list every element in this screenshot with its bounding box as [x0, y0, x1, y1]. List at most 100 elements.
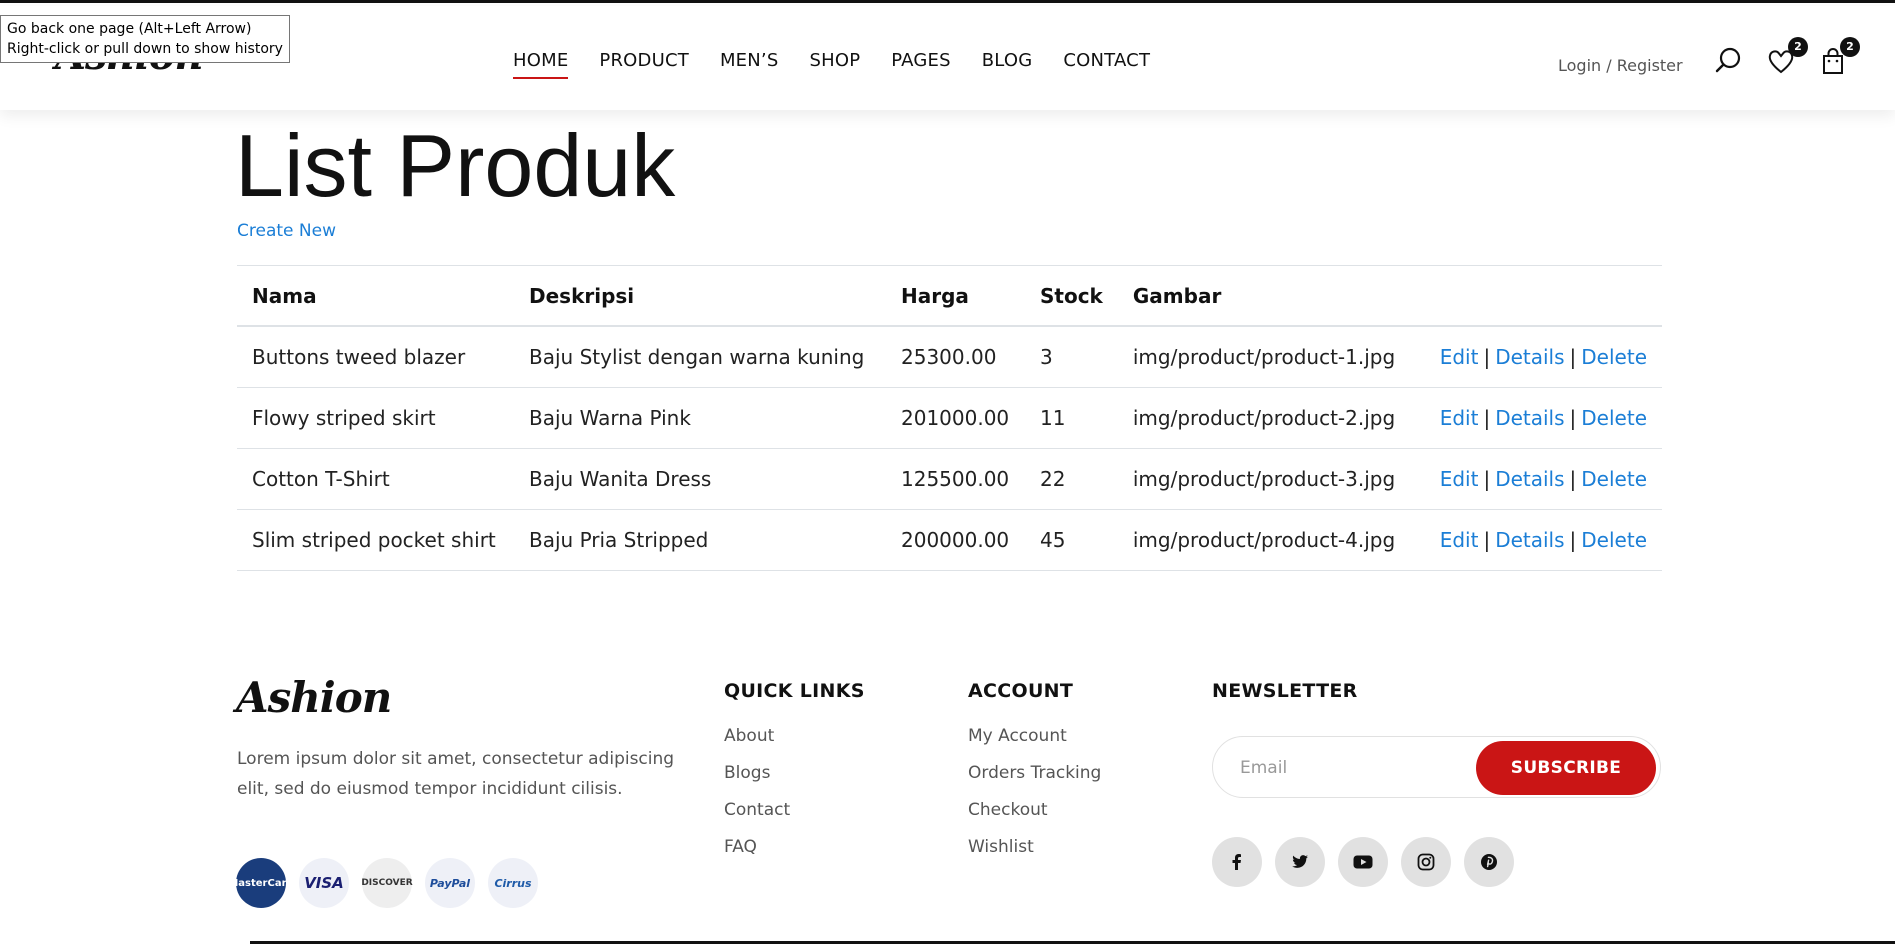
action-separator: |	[1483, 467, 1491, 491]
page-title: List Produk	[235, 116, 676, 215]
table-header-row: Nama Deskripsi Harga Stock Gambar	[237, 265, 1662, 327]
nav-mens[interactable]: MEN’S	[720, 50, 779, 77]
footer-link-about[interactable]: About	[724, 726, 790, 763]
cell-deskripsi: Baju Wanita Dress	[514, 448, 886, 510]
cell-nama: Buttons tweed blazer	[237, 326, 514, 388]
cell-gambar: img/product/product-2.jpg	[1117, 387, 1419, 449]
quick-links-title: QUICK LINKS	[724, 680, 865, 702]
social-links	[1212, 837, 1527, 887]
nav-pages[interactable]: PAGES	[891, 50, 950, 77]
column-header-actions	[1418, 265, 1662, 327]
back-button-tooltip: Go back one page (Alt+Left Arrow) Right-…	[0, 15, 290, 63]
cell-gambar: img/product/product-4.jpg	[1117, 509, 1419, 571]
footer-link-faq[interactable]: FAQ	[724, 837, 790, 874]
product-table: Nama Deskripsi Harga Stock Gambar Button…	[237, 265, 1662, 571]
payment-methods: MasterCard VISA DISCOVER PayPal Cirrus	[228, 858, 551, 908]
column-header-nama: Nama	[237, 265, 514, 327]
twitter-icon[interactable]	[1275, 837, 1325, 887]
table-row: Cotton T-Shirt Baju Wanita Dress 125500.…	[237, 448, 1662, 510]
newsletter-email-input[interactable]	[1238, 753, 1442, 783]
details-link[interactable]: Details	[1495, 345, 1564, 369]
cell-harga: 200000.00	[886, 509, 1025, 571]
facebook-icon[interactable]	[1212, 837, 1262, 887]
cell-gambar: img/product/product-1.jpg	[1117, 326, 1419, 388]
create-new-link[interactable]: Create New	[237, 221, 336, 241]
pinterest-icon[interactable]	[1464, 837, 1514, 887]
cell-stock: 45	[1025, 509, 1118, 571]
edit-link[interactable]: Edit	[1440, 467, 1479, 491]
cell-nama: Flowy striped skirt	[237, 387, 514, 449]
action-separator: |	[1569, 345, 1577, 369]
youtube-icon[interactable]	[1338, 837, 1388, 887]
cell-deskripsi: Baju Warna Pink	[514, 387, 886, 449]
tooltip-line-2: Right-click or pull down to show history	[7, 41, 283, 57]
action-separator: |	[1569, 528, 1577, 552]
nav-shop[interactable]: SHOP	[809, 50, 860, 77]
cell-gambar: img/product/product-3.jpg	[1117, 448, 1419, 510]
delete-link[interactable]: Delete	[1581, 406, 1647, 430]
details-link[interactable]: Details	[1495, 406, 1564, 430]
footer-link-my-account[interactable]: My Account	[968, 726, 1101, 763]
column-header-gambar: Gambar	[1117, 265, 1419, 327]
action-separator: |	[1569, 406, 1577, 430]
action-separator: |	[1483, 406, 1491, 430]
search-icon[interactable]	[1714, 46, 1744, 76]
visa-icon: VISA	[299, 858, 349, 908]
cell-harga: 25300.00	[886, 326, 1025, 388]
newsletter-form: SUBSCRIBE	[1212, 736, 1661, 798]
cell-actions: Edit | Details | Delete	[1418, 387, 1662, 449]
instagram-icon[interactable]	[1401, 837, 1451, 887]
table-row: Flowy striped skirt Baju Warna Pink 2010…	[237, 387, 1662, 449]
login-register-link[interactable]: Login / Register	[1558, 56, 1683, 75]
cell-stock: 22	[1025, 448, 1118, 510]
table-row: Buttons tweed blazer Baju Stylist dengan…	[237, 326, 1662, 388]
cell-nama: Cotton T-Shirt	[237, 448, 514, 510]
footer-logo[interactable]: Ashion	[236, 673, 392, 722]
column-header-harga: Harga	[886, 265, 1025, 327]
bag-icon[interactable]: 2	[1818, 37, 1860, 76]
column-header-deskripsi: Deskripsi	[514, 265, 886, 327]
nav-blog[interactable]: BLOG	[982, 50, 1033, 77]
cell-stock: 3	[1025, 326, 1118, 388]
cell-actions: Edit | Details | Delete	[1418, 509, 1662, 571]
tooltip-line-1: Go back one page (Alt+Left Arrow)	[7, 21, 252, 37]
delete-link[interactable]: Delete	[1581, 528, 1647, 552]
details-link[interactable]: Details	[1495, 528, 1564, 552]
column-header-stock: Stock	[1025, 265, 1118, 327]
edit-link[interactable]: Edit	[1440, 345, 1479, 369]
mastercard-icon: MasterCard	[228, 858, 294, 908]
action-separator: |	[1483, 345, 1491, 369]
cell-nama: Slim striped pocket shirt	[237, 509, 514, 571]
details-link[interactable]: Details	[1495, 467, 1564, 491]
cell-harga: 125500.00	[886, 448, 1025, 510]
subscribe-button[interactable]: SUBSCRIBE	[1476, 741, 1656, 795]
edit-link[interactable]: Edit	[1440, 406, 1479, 430]
cell-deskripsi: Baju Stylist dengan warna kuning	[514, 326, 886, 388]
footer-link-checkout[interactable]: Checkout	[968, 800, 1101, 837]
cart-count-badge: 2	[1840, 37, 1860, 57]
cell-actions: Edit | Details | Delete	[1418, 448, 1662, 510]
footer-link-orders-tracking[interactable]: Orders Tracking	[968, 763, 1101, 800]
action-separator: |	[1483, 528, 1491, 552]
cell-deskripsi: Baju Pria Stripped	[514, 509, 886, 571]
footer-link-contact[interactable]: Contact	[724, 800, 790, 837]
cell-actions: Edit | Details | Delete	[1418, 326, 1662, 388]
cell-stock: 11	[1025, 387, 1118, 449]
wishlist-count-badge: 2	[1788, 37, 1808, 57]
heart-icon[interactable]: 2	[1766, 37, 1808, 76]
main-nav: HOME PRODUCT MEN’S SHOP PAGES BLOG CONTA…	[513, 50, 1181, 79]
nav-contact[interactable]: CONTACT	[1063, 50, 1150, 77]
nav-product[interactable]: PRODUCT	[599, 50, 689, 77]
action-separator: |	[1569, 467, 1577, 491]
newsletter-title: NEWSLETTER	[1212, 680, 1358, 702]
footer-link-blogs[interactable]: Blogs	[724, 763, 790, 800]
edit-link[interactable]: Edit	[1440, 528, 1479, 552]
account-list: My Account Orders Tracking Checkout Wish…	[968, 726, 1101, 874]
delete-link[interactable]: Delete	[1581, 345, 1647, 369]
delete-link[interactable]: Delete	[1581, 467, 1647, 491]
footer-description: Lorem ipsum dolor sit amet, consectetur …	[237, 749, 675, 799]
nav-home[interactable]: HOME	[513, 50, 569, 79]
footer-link-wishlist[interactable]: Wishlist	[968, 837, 1101, 874]
cell-harga: 201000.00	[886, 387, 1025, 449]
discover-icon: DISCOVER	[361, 858, 413, 908]
